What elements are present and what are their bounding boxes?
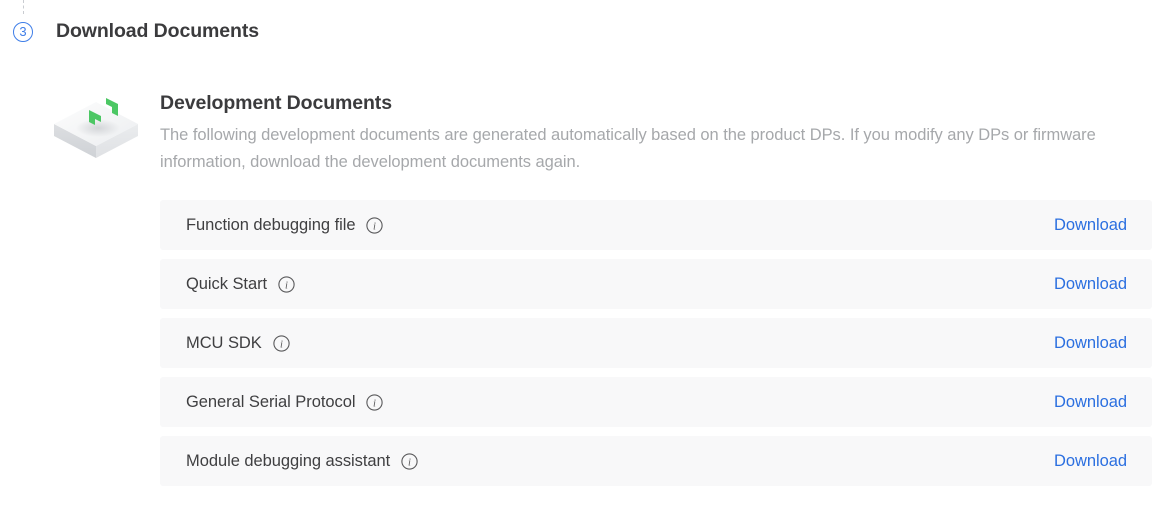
document-name: Function debugging file [186,215,356,234]
table-row: Module debugging assistant i Download [160,436,1152,486]
document-name: Quick Start [186,274,268,293]
svg-text:i: i [280,339,283,350]
download-button[interactable]: Download [1054,275,1127,294]
step-header: 3 Download Documents [0,0,1176,64]
step-number-badge: 3 [13,22,33,42]
svg-text:i: i [408,457,411,468]
info-circle-icon[interactable]: i [273,334,290,352]
svg-text:i: i [374,221,377,232]
table-row: MCU SDK i Download [160,318,1152,368]
info-circle-icon[interactable]: i [278,275,295,293]
document-name: General Serial Protocol [186,392,356,411]
download-button[interactable]: Download [1054,334,1127,353]
row-label-group: Quick Start i [186,275,295,294]
svg-text:i: i [373,398,376,409]
svg-text:i: i [285,280,288,291]
document-name: Module debugging assistant [186,451,391,470]
info-circle-icon[interactable]: i [401,452,418,470]
info-circle-icon[interactable]: i [366,216,384,234]
document-list: Function debugging file i Download Quick… [160,200,1152,486]
step-connector-line [23,0,24,14]
table-row: Function debugging file i Download [160,200,1152,250]
table-row: General Serial Protocol i Download [160,377,1152,427]
isometric-code-box-icon [50,88,142,160]
row-label-group: Module debugging assistant i [186,452,418,471]
section-title: Development Documents [160,92,392,114]
page-title: Download Documents [56,20,259,42]
row-label-group: MCU SDK i [186,334,290,353]
download-button[interactable]: Download [1054,452,1127,471]
row-label-group: Function debugging file i [186,215,384,235]
download-button[interactable]: Download [1054,216,1127,235]
row-label-group: General Serial Protocol i [186,392,384,412]
info-circle-icon[interactable]: i [366,393,384,411]
download-button[interactable]: Download [1054,393,1127,412]
section-description: The following development documents are … [160,126,1096,171]
document-name: MCU SDK [186,333,262,352]
table-row: Quick Start i Download [160,259,1152,309]
